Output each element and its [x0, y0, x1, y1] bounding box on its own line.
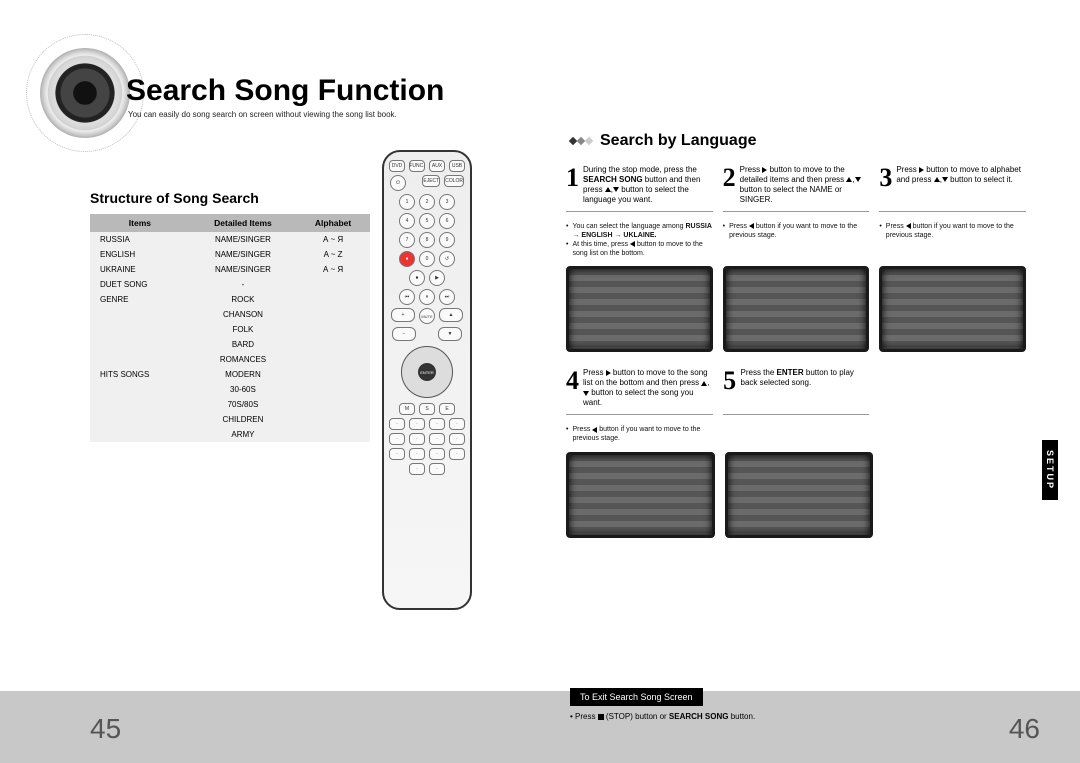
setup-tab: SETUP — [1042, 440, 1058, 500]
exit-note: • Press (STOP) button or SEARCH SONG but… — [570, 712, 1000, 721]
table-row: BARD — [90, 337, 370, 352]
step-4: 4Press button to move to the song list o… — [566, 368, 713, 415]
table-row: ENGLISHNAME/SINGERA ~ Z — [90, 247, 370, 262]
table-row: GENREROCK — [90, 292, 370, 307]
step-3: 3Press button to move to alphabet and pr… — [879, 165, 1026, 212]
step-notes: •You can select the language among RUSSI… — [566, 222, 713, 258]
step-text: Press button to move to the song list on… — [583, 368, 713, 408]
table-row: FOLK — [90, 322, 370, 337]
step-text: Press button to move to alphabet and pre… — [896, 165, 1026, 185]
table-row: RUSSIANAME/SINGERА ~ Я — [90, 232, 370, 247]
step-number: 3 — [879, 165, 892, 191]
page-subtitle: You can easily do song search on screen … — [128, 110, 397, 119]
chevron-pattern-icon — [570, 138, 592, 144]
dpad-icon: ENTER — [401, 346, 453, 398]
page-number-right: 46 — [1009, 713, 1040, 745]
step-number: 1 — [566, 165, 579, 191]
table-header: Alphabet — [296, 214, 370, 232]
step-2: 2Press button to move to the detailed it… — [723, 165, 870, 212]
table-row: 70S/80S — [90, 397, 370, 412]
table-header: Items — [90, 214, 190, 232]
step-1: 1During the stop mode, press the SEARCH … — [566, 165, 713, 212]
step-text: Press button to move to the detailed ite… — [740, 165, 870, 205]
page-number-left: 45 — [90, 713, 121, 745]
tv-screenshot — [566, 452, 715, 538]
table-row: CHILDREN — [90, 412, 370, 427]
table-row: ROMANCES — [90, 352, 370, 367]
power-button-icon: ⏻ — [390, 175, 406, 191]
step-notes: •Press button if you want to move to the… — [723, 222, 870, 240]
search-by-language-heading: Search by Language — [600, 132, 757, 150]
table-row: 30-60S — [90, 382, 370, 397]
decorative-speaker — [40, 48, 130, 138]
tv-screenshot — [879, 266, 1026, 352]
table-row: UKRAINENAME/SINGERА ~ Я — [90, 262, 370, 277]
table-row: ARMY — [90, 427, 370, 442]
structure-table: ItemsDetailed ItemsAlphabet RUSSIANAME/S… — [90, 214, 370, 442]
page-title: Search Song Function — [126, 74, 444, 108]
step-5: 5Press the ENTER button to play back sel… — [723, 368, 870, 415]
step-text: Press the ENTER button to play back sele… — [741, 368, 870, 388]
table-row: HITS SONGSMODERN — [90, 367, 370, 382]
step-number: 5 — [723, 368, 737, 394]
table-row: DUET SONG- — [90, 277, 370, 292]
table-row: CHANSON — [90, 307, 370, 322]
tv-screenshot — [725, 452, 874, 538]
exit-heading: To Exit Search Song Screen — [570, 688, 703, 706]
step-notes: •Press button if you want to move to the… — [566, 425, 713, 443]
tv-screenshot — [566, 266, 713, 352]
step-number: 2 — [723, 165, 736, 191]
remote-control-illustration: DVDFUNC.AUXUSB ⏻EJECTCOLOR 123 456 789 ●… — [382, 150, 472, 610]
table-header: Detailed Items — [190, 214, 296, 232]
step-text: During the stop mode, press the SEARCH S… — [583, 165, 713, 205]
structure-heading: Structure of Song Search — [90, 190, 370, 206]
step-number: 4 — [566, 368, 579, 394]
step-notes: •Press button if you want to move to the… — [879, 222, 1026, 240]
tv-screenshot — [723, 266, 870, 352]
